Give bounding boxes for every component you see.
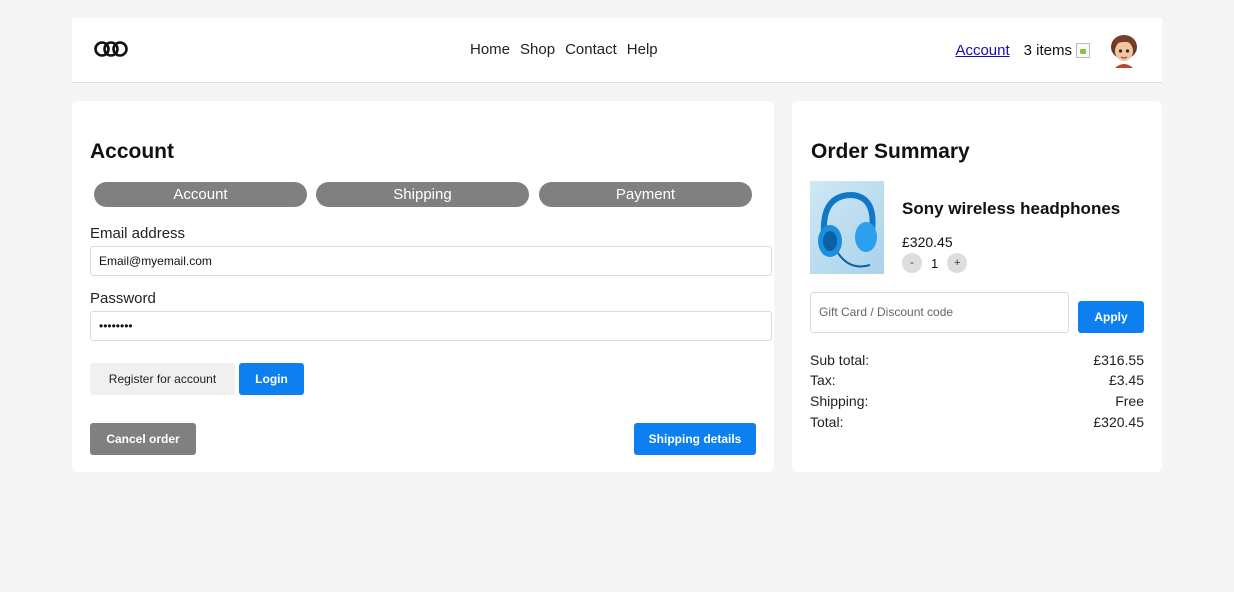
subtotal-label: Sub total: xyxy=(810,352,870,368)
main-nav: Home Shop Contact Help xyxy=(470,41,668,58)
email-label: Email address xyxy=(90,225,186,242)
product-price: £320.45 xyxy=(902,234,953,250)
qty-decrease-button[interactable]: - xyxy=(902,253,922,273)
account-card: Account Account Shipping Payment Email a… xyxy=(72,101,774,472)
step-account[interactable]: Account xyxy=(94,182,307,207)
tax-value: £3.45 xyxy=(1108,372,1144,388)
qty-increase-button[interactable]: + xyxy=(947,253,968,273)
nav-shop[interactable]: Shop xyxy=(520,41,555,58)
nav-home[interactable]: Home xyxy=(470,41,510,58)
discount-code-input[interactable]: Gift Card / Discount code xyxy=(810,292,1069,333)
email-field[interactable]: Email@myemail.com xyxy=(90,246,772,276)
brand-logo[interactable] xyxy=(94,40,136,58)
account-title: Account xyxy=(90,140,174,163)
order-summary-card: Order Summary Sony wireless headphones £… xyxy=(792,101,1162,472)
headphones-icon xyxy=(818,191,877,268)
product-image xyxy=(810,181,884,274)
nav-contact[interactable]: Contact xyxy=(565,41,617,58)
shipping-row: Shipping: Free xyxy=(810,393,1144,409)
shipping-label: Shipping: xyxy=(810,393,869,409)
password-field[interactable]: •••••••• xyxy=(90,311,772,341)
cart-count[interactable]: 3 items xyxy=(1024,42,1072,59)
subtotal-row: Sub total: £316.55 xyxy=(810,352,1144,368)
header-actions: Account 3 items xyxy=(955,32,1142,68)
register-button[interactable]: Register for account xyxy=(90,363,235,395)
account-link[interactable]: Account xyxy=(955,42,1009,59)
step-payment[interactable]: Payment xyxy=(539,182,752,207)
apply-button[interactable]: Apply xyxy=(1078,301,1144,333)
quantity-stepper: - 1 + xyxy=(902,253,968,273)
step-shipping[interactable]: Shipping xyxy=(316,182,529,207)
cart-icon[interactable] xyxy=(1076,42,1090,58)
nav-help[interactable]: Help xyxy=(627,41,658,58)
subtotal-value: £316.55 xyxy=(1093,352,1144,368)
product-name: Sony wireless headphones xyxy=(902,199,1121,218)
summary-title: Order Summary xyxy=(811,140,970,163)
user-avatar[interactable] xyxy=(1106,32,1142,68)
qty-value: 1 xyxy=(931,255,939,271)
shipping-details-button[interactable]: Shipping details xyxy=(634,423,756,455)
cancel-order-button[interactable]: Cancel order xyxy=(90,423,196,455)
total-row: Total: £320.45 xyxy=(810,414,1144,430)
shipping-value: Free xyxy=(1115,393,1144,409)
password-label: Password xyxy=(90,290,156,307)
total-value: £320.45 xyxy=(1093,414,1144,430)
tax-row: Tax: £3.45 xyxy=(810,372,1144,388)
site-header: Home Shop Contact Help Account 3 items xyxy=(72,18,1162,83)
login-button[interactable]: Login xyxy=(239,363,304,395)
tax-label: Tax: xyxy=(810,372,836,388)
total-label: Total: xyxy=(810,414,844,430)
